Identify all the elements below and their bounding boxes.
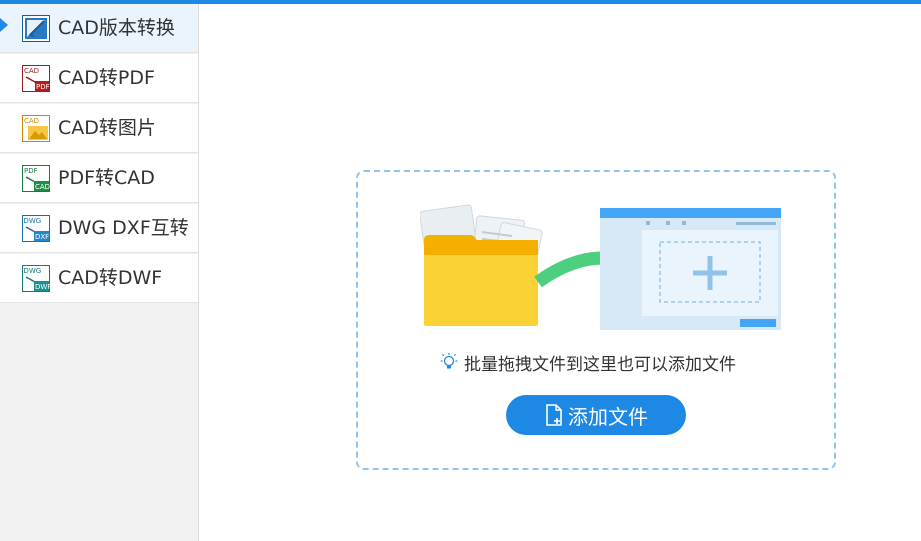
lightbulb-icon [440,353,458,369]
pdf-to-cad-icon: PDF CAD [22,165,50,192]
icon-text-cad: CAD [24,67,39,75]
sidebar-item-cad-to-image[interactable]: CAD CAD转图片 [0,104,198,153]
sidebar-item-cad-to-pdf[interactable]: CAD PDF CAD转PDF [0,54,198,103]
sidebar-item-label: CAD转图片 [58,117,156,139]
icon-text-cad: CAD [24,117,39,125]
icon-text-dwg: DWG [24,217,42,225]
dwg-dxf-convert-icon: DWG DXF [22,215,50,242]
drag-file-illustration [420,204,781,330]
icon-text-pdf: PDF [36,83,50,91]
sidebar-item-label: PDF转CAD [58,167,155,189]
app-window-icon [600,208,781,330]
sidebar: CAD版本转换 CAD PDF CAD转PDF CAD CAD转图片 PDF C… [0,4,199,541]
add-file-button[interactable]: 添加文件 [506,395,686,435]
sidebar-item-label: CAD版本转换 [58,17,175,39]
add-file-icon [546,404,562,426]
icon-text-dwg: DWG [24,267,42,275]
cad-to-dwf-icon: DWG DWF [22,265,50,292]
icon-text-dxf: DXF [35,233,49,241]
sidebar-item-cad-version-convert[interactable]: CAD版本转换 [0,4,198,53]
sidebar-item-label: DWG DXF互转 [58,217,189,239]
icon-text-pdf: PDF [24,167,38,175]
cad-version-convert-icon [22,15,50,42]
icon-text-dwf: DWF [35,283,50,291]
active-item-marker [0,18,8,32]
sidebar-item-label: CAD转PDF [58,67,155,89]
sidebar-item-dwg-dxf-convert[interactable]: DWG DXF DWG DXF互转 [0,204,198,253]
sidebar-item-cad-to-dwf[interactable]: DWG DWF CAD转DWF [0,254,198,303]
sidebar-item-label: CAD转DWF [58,267,163,289]
cad-to-pdf-icon: CAD PDF [22,65,50,92]
sidebar-item-pdf-to-cad[interactable]: PDF CAD PDF转CAD [0,154,198,203]
drag-hint-text: 批量拖拽文件到这里也可以添加文件 [464,354,736,375]
cad-to-image-icon: CAD [22,115,50,142]
add-file-button-label: 添加文件 [568,404,648,429]
icon-text-cad: CAD [35,183,50,191]
drag-hint: 批量拖拽文件到这里也可以添加文件 [440,350,762,374]
folder-icon [424,235,538,326]
